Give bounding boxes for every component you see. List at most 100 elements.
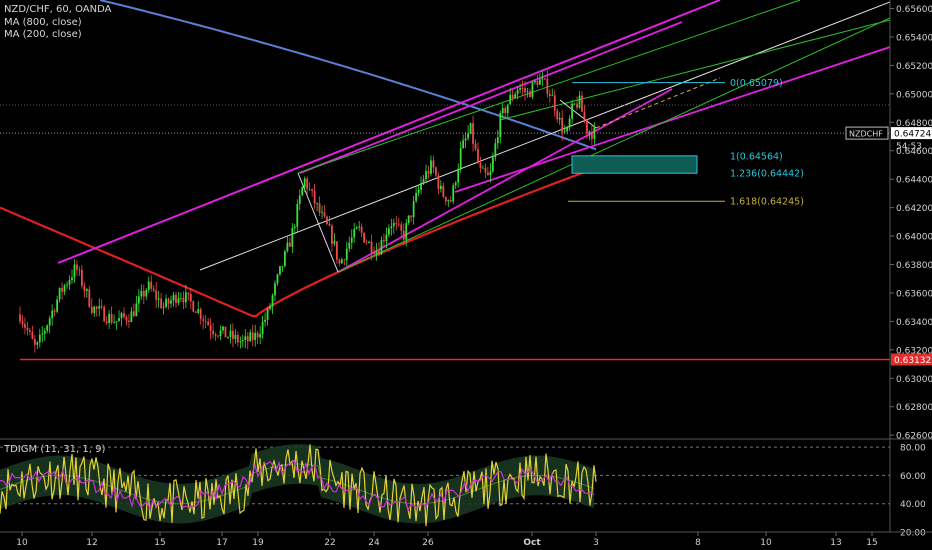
candle-up xyxy=(496,137,499,144)
candle-down xyxy=(444,196,447,202)
candle-down xyxy=(288,242,291,247)
candle-up xyxy=(145,289,148,297)
candle-up xyxy=(392,222,395,227)
candle-up xyxy=(558,117,561,120)
x-tick-label: 19 xyxy=(252,538,264,548)
candle-up xyxy=(578,95,581,108)
candle-down xyxy=(150,281,153,289)
candle-up xyxy=(229,330,232,337)
candle-up xyxy=(390,226,393,229)
candle-up xyxy=(412,201,415,218)
candle-down xyxy=(103,307,106,322)
regression-center-line xyxy=(199,1,891,271)
y-tick-label: 0.65400 xyxy=(896,33,932,43)
candle-up xyxy=(113,322,115,323)
candle-up xyxy=(259,334,262,338)
candle-down xyxy=(251,332,254,340)
x-tick-label: 15 xyxy=(154,538,165,548)
candle-up xyxy=(355,227,358,229)
candle-down xyxy=(76,264,78,270)
candle-down xyxy=(323,212,326,217)
countdown-label: 54:53 xyxy=(896,142,922,152)
candle-up xyxy=(58,287,61,300)
y-tick-label: 0.63000 xyxy=(896,375,932,385)
candle-down xyxy=(546,78,549,94)
candle-down xyxy=(529,91,531,98)
candle-down xyxy=(212,330,215,335)
candle-up xyxy=(36,342,39,345)
candle-up xyxy=(115,321,118,323)
candle-up xyxy=(509,94,512,105)
candle-up xyxy=(293,226,296,229)
candle-up xyxy=(368,241,370,243)
candle-down xyxy=(100,306,103,308)
candle-up xyxy=(254,332,257,340)
candle-up xyxy=(385,234,388,242)
candle-up xyxy=(118,318,120,322)
price-chart[interactable]: 0(0.65079) 1(0.64564) 1.236(0.64442) 1.618(… xyxy=(0,0,932,550)
candle-down xyxy=(586,119,588,134)
candle-down xyxy=(511,94,514,98)
candle-down xyxy=(214,334,217,336)
candle-up xyxy=(269,306,271,309)
candle-down xyxy=(232,330,234,339)
candle-down xyxy=(370,241,373,253)
candle-up xyxy=(462,140,465,148)
candle-down xyxy=(202,319,205,321)
indicator-tick-label: 20.00 xyxy=(900,529,926,539)
candle-down xyxy=(21,321,24,324)
candle-down xyxy=(504,108,507,114)
candle-up xyxy=(499,113,502,138)
candle-down xyxy=(105,321,108,324)
x-tick-label: 3 xyxy=(593,538,599,548)
candle-up xyxy=(157,298,160,300)
candle-up xyxy=(271,295,274,307)
candle-up xyxy=(266,308,269,320)
candle-down xyxy=(360,226,363,233)
candle-down xyxy=(556,110,559,120)
candle-down xyxy=(477,148,479,163)
candle-up xyxy=(98,306,101,309)
candle-up xyxy=(358,226,361,228)
candle-up xyxy=(571,103,573,119)
candle-up xyxy=(375,250,378,254)
candle-down xyxy=(175,294,177,304)
candle-up xyxy=(464,138,467,141)
candle-down xyxy=(318,203,321,213)
candle-down xyxy=(449,200,452,202)
candle-down xyxy=(479,162,482,168)
candle-down xyxy=(338,259,341,264)
candle-up xyxy=(130,311,133,322)
candle-up xyxy=(298,195,301,204)
candle-down xyxy=(427,171,430,174)
candle-up xyxy=(172,294,175,301)
candle-up xyxy=(551,95,554,97)
candle-down xyxy=(207,321,210,326)
y-tick-label: 0.63600 xyxy=(896,289,932,299)
moving-averages xyxy=(0,0,597,318)
candle-down xyxy=(142,290,145,297)
candle-up xyxy=(85,289,88,291)
candle-up xyxy=(197,309,200,313)
candle-up xyxy=(301,187,304,196)
candle-up xyxy=(541,78,544,80)
candle-down xyxy=(128,320,130,322)
candle-down xyxy=(328,224,331,226)
candle-up xyxy=(274,283,276,296)
candle-down xyxy=(313,190,316,204)
candle-up xyxy=(48,318,51,326)
candle-down xyxy=(548,93,551,96)
pitchfork-lower-outer xyxy=(337,17,891,273)
candle-down xyxy=(123,313,125,317)
y-tick-label: 0.64000 xyxy=(896,233,932,243)
candle-down xyxy=(581,95,583,112)
candle-up xyxy=(170,300,172,304)
candle-up xyxy=(321,212,323,214)
candle-up xyxy=(350,237,353,243)
fib-level-label: 1(0.64564) xyxy=(730,151,783,162)
x-tick-label: 17 xyxy=(216,538,227,548)
candle-down xyxy=(363,232,366,243)
candle-up xyxy=(422,179,425,183)
indicator-tick-label: 40.00 xyxy=(900,500,926,510)
candle-down xyxy=(410,215,413,218)
